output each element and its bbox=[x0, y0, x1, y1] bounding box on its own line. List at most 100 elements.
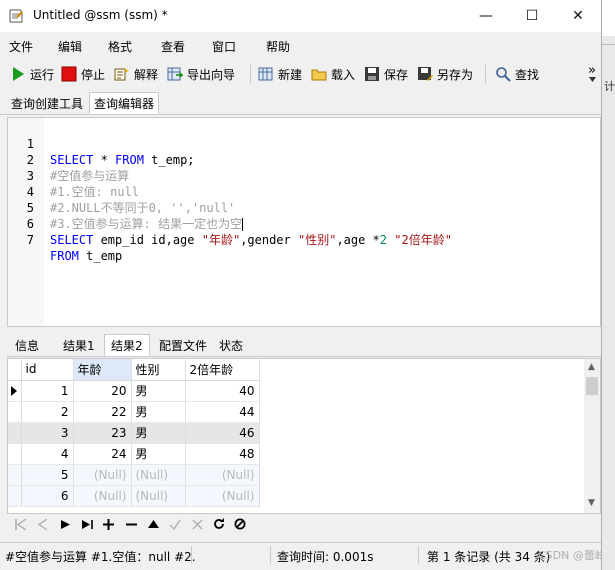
menu-edit[interactable]: 编辑 bbox=[58, 38, 82, 55]
table-row[interactable]: 4 24 男 48 bbox=[8, 443, 260, 465]
save-button[interactable]: 保存 bbox=[364, 64, 408, 84]
next-record-icon[interactable] bbox=[61, 520, 70, 529]
result-tab-bar: 信息 结果1 结果2 配置文件 状态 bbox=[7, 332, 601, 357]
tab-status[interactable]: 状态 bbox=[213, 334, 249, 356]
tab-result1[interactable]: 结果1 bbox=[57, 334, 101, 356]
background-divider bbox=[602, 44, 615, 45]
watermark: CSDN @蕾峰 bbox=[538, 549, 606, 562]
cell-gender[interactable]: 男 bbox=[131, 380, 186, 402]
first-record-icon[interactable] bbox=[15, 519, 27, 530]
status-record-info: 第 1 条记录 (共 34 条) bbox=[427, 550, 551, 564]
cell-id[interactable]: 5 bbox=[21, 464, 74, 486]
menu-file[interactable]: 文件 bbox=[9, 38, 33, 55]
explain-button[interactable]: 解释 bbox=[114, 64, 158, 84]
tab-result2[interactable]: 结果2 bbox=[104, 334, 150, 356]
export-wizard-button[interactable]: 导出向导 bbox=[167, 64, 235, 84]
menu-window[interactable]: 窗口 bbox=[212, 38, 236, 55]
cell-double-age[interactable]: 46 bbox=[185, 422, 260, 444]
toolbar: 运行 停止 解释 导出向导 新建 载入 保存 另存为 查找 » bbox=[0, 60, 601, 88]
cell-double-age[interactable]: 40 bbox=[185, 380, 260, 402]
cell-id[interactable]: 1 bbox=[21, 380, 74, 402]
find-button[interactable]: 查找 bbox=[495, 64, 539, 84]
cell-gender[interactable]: 男 bbox=[131, 443, 186, 465]
code-line: 7 FROM t_emp bbox=[8, 216, 600, 263]
new-query-icon bbox=[258, 67, 273, 81]
column-header-age[interactable]: 年龄 bbox=[73, 359, 132, 381]
cell-double-age[interactable]: (Null) bbox=[185, 485, 260, 507]
chevron-down-icon[interactable] bbox=[589, 77, 596, 82]
sql-number: 2 bbox=[379, 233, 388, 247]
cell-gender[interactable]: 男 bbox=[131, 401, 186, 423]
last-record-icon[interactable] bbox=[82, 520, 93, 529]
scroll-down-icon[interactable]: ▼ bbox=[588, 498, 595, 508]
table-row[interactable]: 1 20 男 40 bbox=[8, 380, 260, 402]
tab-query-editor[interactable]: 查询编辑器 bbox=[89, 92, 160, 114]
background-text: 计 bbox=[604, 80, 615, 93]
stop-button[interactable]: 停止 bbox=[61, 64, 105, 84]
menu-help[interactable]: 帮助 bbox=[266, 38, 290, 55]
column-header-gender[interactable]: 性别 bbox=[131, 359, 186, 381]
table-row[interactable]: 3 23 男 46 bbox=[8, 422, 260, 444]
cell-age[interactable]: 23 bbox=[73, 422, 132, 444]
load-label: 载入 bbox=[331, 67, 356, 82]
new-button[interactable]: 新建 bbox=[258, 64, 302, 84]
table-row[interactable]: 6 (Null) (Null) (Null) bbox=[8, 485, 260, 507]
tab-info[interactable]: 信息 bbox=[9, 334, 45, 356]
menu-view[interactable]: 查看 bbox=[161, 38, 185, 55]
apply-changes-icon[interactable] bbox=[148, 520, 159, 528]
run-button[interactable]: 运行 bbox=[10, 64, 54, 84]
tab-query-builder[interactable]: 查询创建工具 bbox=[7, 92, 87, 114]
scrollbar-thumb[interactable] bbox=[586, 377, 598, 395]
cell-gender[interactable]: 男 bbox=[131, 422, 186, 444]
cell-age[interactable]: 22 bbox=[73, 401, 132, 423]
previous-record-icon[interactable] bbox=[38, 519, 48, 530]
grid-vertical-scrollbar[interactable]: ▲ ▼ bbox=[584, 359, 600, 513]
table-row[interactable]: 5 (Null) (Null) (Null) bbox=[8, 464, 260, 486]
menu-format[interactable]: 格式 bbox=[108, 38, 132, 55]
cell-double-age[interactable]: 48 bbox=[185, 443, 260, 465]
cell-id[interactable]: 2 bbox=[21, 401, 74, 423]
maximize-button[interactable]: ☐ bbox=[509, 0, 555, 32]
save-as-button[interactable]: 另存为 bbox=[417, 64, 473, 84]
add-record-icon[interactable] bbox=[103, 519, 114, 530]
tab-profile[interactable]: 配置文件 bbox=[153, 334, 213, 356]
close-button[interactable]: ✕ bbox=[555, 0, 601, 32]
sql-editor[interactable]: 1 SELECT * FROM t_emp; 2 #空值参与运算 3 #1.空值… bbox=[7, 117, 601, 327]
confirm-icon[interactable] bbox=[169, 519, 181, 530]
cell-age[interactable]: (Null) bbox=[73, 464, 132, 486]
cell-gender[interactable]: (Null) bbox=[131, 485, 186, 507]
save-as-label: 另存为 bbox=[437, 67, 474, 82]
cell-double-age[interactable]: 44 bbox=[185, 401, 260, 423]
scroll-up-icon[interactable]: ▲ bbox=[588, 362, 595, 372]
column-header-double-age[interactable]: 2倍年龄 bbox=[185, 359, 260, 381]
minimize-button[interactable]: — bbox=[463, 0, 509, 32]
code-text-7: FROM t_emp bbox=[50, 249, 123, 263]
cell-gender[interactable]: (Null) bbox=[131, 464, 186, 486]
discard-changes-icon[interactable] bbox=[192, 519, 203, 530]
export-wizard-icon bbox=[167, 67, 183, 81]
cell-age[interactable]: (Null) bbox=[73, 485, 132, 507]
tab-result1-label: 结果1 bbox=[63, 338, 95, 353]
cell-id[interactable]: 4 bbox=[21, 443, 74, 465]
column-header-id[interactable]: id bbox=[21, 359, 74, 381]
row-indicator bbox=[8, 443, 22, 465]
stop-icon bbox=[61, 66, 77, 82]
tab-query-builder-label: 查询创建工具 bbox=[11, 96, 84, 111]
save-icon bbox=[365, 67, 379, 81]
refresh-icon[interactable] bbox=[213, 518, 225, 530]
load-button[interactable]: 载入 bbox=[311, 64, 355, 84]
delete-record-icon[interactable] bbox=[126, 519, 137, 530]
cell-double-age[interactable]: (Null) bbox=[185, 464, 260, 486]
code-line: 2 #空值参与运算 bbox=[8, 136, 600, 183]
stop-refresh-icon[interactable] bbox=[234, 518, 246, 530]
cell-id[interactable]: 3 bbox=[21, 422, 74, 444]
status-bar: #空值参与运算 #1.空值：null #2. 查询时间: 0.001s 第 1 … bbox=[0, 542, 601, 567]
cell-age[interactable]: 20 bbox=[73, 380, 132, 402]
toolbar-separator bbox=[250, 65, 251, 83]
table-row[interactable]: 2 22 男 44 bbox=[8, 401, 260, 423]
cell-id[interactable]: 6 bbox=[21, 485, 74, 507]
app-window: Untitled @ssm (ssm) * — ☐ ✕ 文件 编辑 格式 查看 … bbox=[0, 0, 602, 570]
row-indicator-header bbox=[8, 359, 22, 381]
cell-age[interactable]: 24 bbox=[73, 443, 132, 465]
result-grid[interactable]: id 年龄 性别 2倍年龄 1 20 男 40 2 22 男 44 3 23 男… bbox=[7, 358, 601, 514]
